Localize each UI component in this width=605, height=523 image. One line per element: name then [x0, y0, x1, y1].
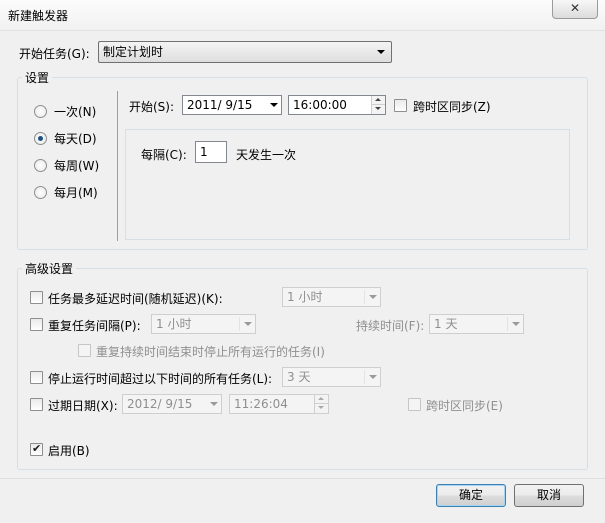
start-label: 开始(S): [129, 100, 175, 114]
radio-once-label: 一次(N) [54, 105, 97, 119]
expire-label: 过期日期(X): [48, 399, 118, 413]
radio-daily-circle[interactable] [34, 132, 47, 145]
select-separator [364, 290, 365, 304]
delay-checkbox[interactable] [30, 291, 43, 304]
radio-monthly-label: 每月(M) [54, 186, 98, 200]
close-icon: ✕ [569, 1, 581, 15]
spin-down-icon [318, 406, 324, 409]
repeat-label: 重复任务间隔(P): [48, 319, 141, 333]
stop-longer-checkbox[interactable] [30, 371, 43, 384]
spin-down-button[interactable] [371, 105, 385, 114]
delay-label: 任务最多延迟时间(随机延迟)(K): [48, 292, 223, 306]
spin-up-icon [318, 397, 324, 400]
select-separator [239, 317, 240, 331]
checkmark-icon: ✔ [32, 442, 42, 455]
chevron-down-icon [369, 375, 377, 379]
calendar-dropdown-icon[interactable] [270, 103, 278, 107]
stop-all-label: 重复持续时间结束时停止所有运行的任务(I) [96, 345, 325, 359]
begin-task-select[interactable]: 制定计划时 [98, 41, 392, 63]
radio-weekly-label: 每周(W) [54, 159, 100, 173]
select-separator [364, 370, 365, 384]
close-button[interactable]: ✕ [552, 0, 598, 19]
start-time-value: 16:00:00 [293, 98, 347, 112]
spin-down-icon [375, 107, 381, 110]
stop-longer-value: 3 天 [287, 370, 311, 384]
settings-divider [117, 91, 118, 241]
radio-daily-label: 每天(D) [54, 132, 97, 146]
expire-date-picker[interactable]: 2012/ 9/15 [122, 394, 222, 414]
spin-up-button[interactable] [314, 395, 328, 404]
chevron-down-icon [369, 295, 377, 299]
expire-time-input[interactable]: 11:26:04 [229, 394, 329, 414]
cancel-button-label: 取消 [536, 488, 561, 502]
expire-date-value: 2012/ 9/15 [127, 397, 193, 411]
duration-value: 1 天 [434, 317, 458, 331]
chevron-down-icon [377, 50, 385, 54]
every-value: 1 [200, 145, 208, 159]
advanced-group-title: 高级设置 [22, 260, 77, 277]
window-title: 新建触发器 [8, 9, 69, 23]
every-label: 每隔(C): [141, 148, 187, 162]
ok-button-label: 确定 [458, 488, 483, 502]
expire-time-value: 11:26:04 [234, 397, 288, 411]
delay-select[interactable]: 1 小时 [282, 287, 381, 307]
calendar-dropdown-icon [210, 402, 218, 406]
ok-button[interactable]: 确定 [436, 484, 506, 507]
recurrence-panel [125, 129, 570, 240]
stop-longer-select[interactable]: 3 天 [282, 367, 381, 387]
stop-longer-label: 停止运行时间超过以下时间的所有任务(L): [48, 372, 273, 386]
sync-timezone-label: 跨时区同步(Z) [413, 100, 491, 114]
delay-value: 1 小时 [287, 290, 323, 304]
title-bar: 新建触发器 ✕ [0, 0, 605, 31]
every-suffix: 天发生一次 [236, 148, 297, 162]
spin-up-button[interactable] [371, 96, 385, 105]
expire-sync-label: 跨时区同步(E) [426, 399, 503, 413]
radio-monthly-circle[interactable] [34, 186, 47, 199]
select-separator [507, 317, 508, 331]
repeat-interval-select[interactable]: 1 小时 [151, 314, 256, 334]
radio-once-circle[interactable] [34, 105, 47, 118]
chevron-down-icon [244, 322, 252, 326]
stop-all-checkbox[interactable] [78, 344, 91, 357]
start-date-picker[interactable]: 2011/ 9/15 [182, 95, 282, 115]
spin-down-button[interactable] [314, 404, 328, 413]
spin-up-icon [375, 98, 381, 101]
start-date-value: 2011/ 9/15 [187, 98, 253, 112]
expire-sync-checkbox[interactable] [408, 398, 421, 411]
expire-checkbox[interactable] [30, 398, 43, 411]
start-time-input[interactable]: 16:00:00 [288, 95, 386, 115]
sync-timezone-checkbox[interactable] [394, 99, 407, 112]
chevron-down-icon [512, 322, 520, 326]
repeat-interval-value: 1 小时 [156, 317, 192, 331]
duration-label: 持续时间(F): [356, 319, 425, 333]
duration-select[interactable]: 1 天 [429, 314, 524, 334]
begin-task-label: 开始任务(G): [19, 47, 90, 61]
begin-task-value: 制定计划时 [103, 45, 164, 59]
repeat-checkbox[interactable] [30, 318, 43, 331]
every-input[interactable]: 1 [195, 141, 227, 163]
cancel-button[interactable]: 取消 [514, 484, 584, 507]
enabled-checkbox[interactable]: ✔ [30, 442, 43, 456]
radio-weekly-circle[interactable] [34, 159, 47, 172]
radio-selected-dot [38, 136, 43, 141]
enabled-label: 启用(B) [48, 444, 90, 458]
settings-group-title: 设置 [22, 69, 53, 86]
